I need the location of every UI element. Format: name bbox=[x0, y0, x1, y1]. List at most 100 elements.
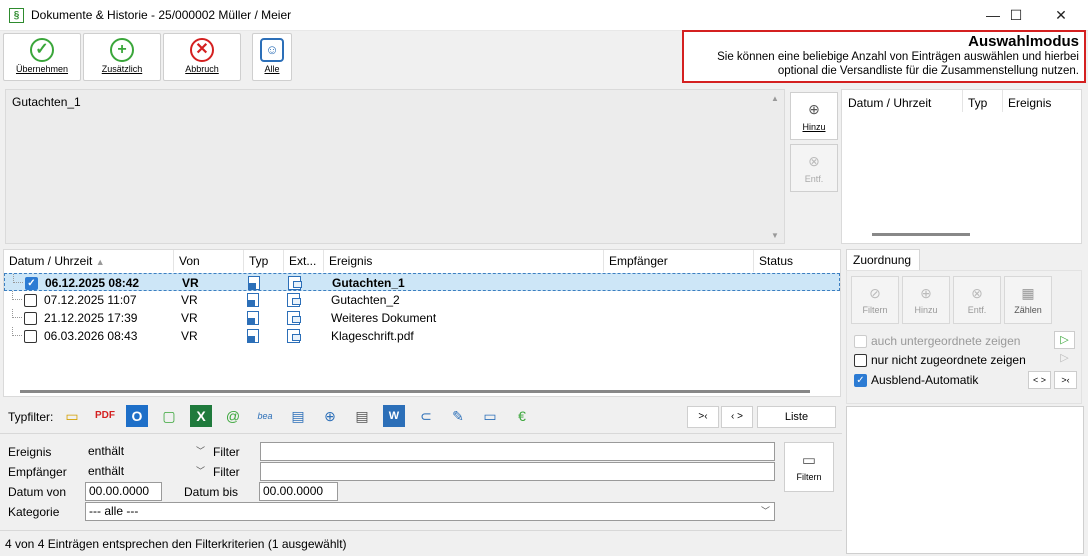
row-from: VR bbox=[181, 293, 198, 307]
expand-button[interactable]: ‹ > bbox=[721, 406, 753, 428]
zuordnung-count-button[interactable]: ▦ Zählen bbox=[1004, 276, 1052, 324]
zuordnung-collapse-button[interactable]: >‹ bbox=[1054, 371, 1077, 389]
category-label: Kategorie bbox=[8, 505, 60, 519]
col-header-date[interactable]: Datum / Uhrzeit bbox=[848, 96, 931, 110]
scroll-up-arrow-icon[interactable]: ▲ bbox=[771, 94, 779, 103]
row-date: 07.12.2025 11:07 bbox=[44, 293, 137, 307]
pen-type-icon[interactable]: ✎ bbox=[447, 405, 469, 427]
row-checkbox[interactable] bbox=[24, 312, 37, 325]
table-row[interactable]: 06.03.2026 08:43 VR Klageschrift.pdf bbox=[4, 327, 840, 345]
app-icon: § bbox=[9, 8, 24, 23]
event-mode-select[interactable]: enthält ﹀ bbox=[85, 443, 209, 462]
all-label: Alle bbox=[264, 64, 280, 74]
cancel-button[interactable]: ✕ Abbruch bbox=[163, 33, 241, 81]
zuordnung-add-button[interactable]: ⊕ Hinzu bbox=[902, 276, 950, 324]
additional-button[interactable]: + Zusätzlich bbox=[83, 33, 161, 81]
recipient-filter-input[interactable] bbox=[260, 462, 775, 481]
documents-table[interactable]: Datum / Uhrzeit ▲ Von Typ Ext... Ereigni… bbox=[3, 249, 841, 397]
zuordnung-remove-button[interactable]: ⊗ Entf. bbox=[953, 276, 1001, 324]
row-date: 21.12.2025 17:39 bbox=[44, 311, 138, 325]
play-gray-icon[interactable]: ▷ bbox=[1054, 350, 1075, 368]
row-from: VR bbox=[182, 276, 199, 290]
header-ext[interactable]: Ext... bbox=[284, 250, 324, 272]
filter-button-label: Filtern bbox=[796, 472, 822, 482]
col-header-type[interactable]: Typ bbox=[968, 96, 987, 110]
tab-zuordnung[interactable]: Zuordnung bbox=[846, 249, 920, 271]
note-type-icon[interactable]: ▭ bbox=[61, 405, 83, 427]
cancel-label: Abbruch bbox=[185, 64, 219, 74]
row-event: Klageschrift.pdf bbox=[331, 329, 414, 343]
word-document-icon bbox=[247, 329, 259, 343]
hint-title: Auswahlmodus bbox=[968, 33, 1079, 50]
folder-green-type-icon[interactable]: ▢ bbox=[158, 405, 180, 427]
folder-type-icon[interactable]: ▭ bbox=[479, 405, 501, 427]
web-type-icon[interactable]: ⊕ bbox=[319, 405, 341, 427]
auto-hide-label: Ausblend-Automatik bbox=[871, 373, 979, 387]
cancel-icon: ✕ bbox=[190, 38, 214, 62]
recipient-mode-select[interactable]: enthält ﹀ bbox=[85, 463, 209, 482]
selected-item[interactable]: Gutachten_1 bbox=[12, 95, 81, 109]
list-button[interactable]: Liste bbox=[757, 406, 836, 428]
add-label: Hinzu bbox=[802, 122, 826, 132]
hint-line-2: optional die Versandliste für die Zusamm… bbox=[777, 65, 1079, 77]
row-checkbox[interactable]: ✓ bbox=[25, 277, 38, 290]
table-row[interactable]: 21.12.2025 17:39 VR Weiteres Dokument bbox=[4, 309, 840, 327]
date-to-input[interactable]: 00.00.0000 bbox=[259, 482, 338, 501]
tree-connector bbox=[12, 291, 22, 300]
accept-button[interactable]: ✓ Übernehmen bbox=[3, 33, 81, 81]
header-status[interactable]: Status bbox=[754, 250, 840, 272]
filter-button[interactable]: ▭ Filtern bbox=[784, 442, 834, 492]
zuordnung-filter-button[interactable]: ⊘ Filtern bbox=[851, 276, 899, 324]
unassigned-only-checkbox[interactable] bbox=[854, 354, 867, 367]
row-checkbox[interactable] bbox=[24, 330, 37, 343]
category-select[interactable]: --- alle --- ﹀ bbox=[85, 502, 775, 521]
col-header-event[interactable]: Ereignis bbox=[1008, 96, 1051, 110]
header-event[interactable]: Ereignis bbox=[324, 250, 604, 272]
sub-items-label: auch untergeordnete zeigen bbox=[871, 334, 1021, 348]
tag-type-icon[interactable]: ⊂ bbox=[415, 405, 437, 427]
zuordnung-expand-button[interactable]: < > bbox=[1028, 371, 1051, 389]
maximize-button[interactable]: ☐ bbox=[993, 0, 1039, 31]
remove-from-selection-button[interactable]: ⊗ Entf. bbox=[790, 144, 838, 192]
header-recipient[interactable]: Empfänger bbox=[604, 250, 754, 272]
scroll-down-arrow-icon[interactable]: ▼ bbox=[771, 231, 779, 240]
selected-documents-list[interactable]: Gutachten_1 ▲ ▼ bbox=[5, 89, 785, 244]
header-date[interactable]: Datum / Uhrzeit ▲ bbox=[4, 250, 174, 272]
user-check-icon: ☺ bbox=[260, 38, 284, 62]
tag-filter-icon: ⊘ bbox=[869, 285, 881, 301]
pdf-type-icon[interactable]: PDF bbox=[94, 405, 116, 427]
auto-hide-checkbox[interactable]: ✓ bbox=[854, 374, 867, 387]
all-button[interactable]: ☺ Alle bbox=[252, 33, 292, 81]
checkmark-icon: ✓ bbox=[30, 38, 54, 62]
play-green-icon[interactable]: ▷ bbox=[1054, 331, 1075, 349]
outlook-type-icon[interactable]: O bbox=[126, 405, 148, 427]
word-type-icon[interactable]: W bbox=[383, 405, 405, 427]
tag-add-icon: ⊕ bbox=[920, 285, 932, 301]
word-document-icon bbox=[248, 276, 260, 290]
zuordnung-count-label: Zählen bbox=[1014, 305, 1042, 315]
sub-items-checkbox[interactable] bbox=[854, 335, 867, 348]
add-to-selection-button[interactable]: ⊕ Hinzu bbox=[790, 92, 838, 140]
row-checkbox[interactable] bbox=[24, 294, 37, 307]
zuordnung-tree[interactable] bbox=[846, 406, 1084, 554]
collapse-button[interactable]: >‹ bbox=[687, 406, 719, 428]
event-filter-input[interactable] bbox=[260, 442, 775, 461]
horizontal-scrollbar[interactable] bbox=[872, 233, 970, 236]
table-row[interactable]: ✓ 06.12.2025 08:42 VR Gutachten_1 bbox=[4, 273, 840, 291]
text-file-type-icon[interactable]: ▤ bbox=[351, 405, 373, 427]
assignment-list[interactable]: Datum / Uhrzeit Typ Ereignis bbox=[841, 89, 1082, 244]
email-type-icon[interactable]: @ bbox=[222, 405, 244, 427]
header-type[interactable]: Typ bbox=[244, 250, 284, 272]
close-button[interactable]: ✕ bbox=[1038, 0, 1084, 31]
selection-mode-hint: Auswahlmodus Sie können eine beliebige A… bbox=[682, 30, 1086, 83]
date-from-input[interactable]: 00.00.0000 bbox=[85, 482, 162, 501]
row-event: Weiteres Dokument bbox=[331, 311, 437, 325]
document-type-icon[interactable]: ▤ bbox=[287, 405, 309, 427]
row-event: Gutachten_1 bbox=[332, 276, 405, 290]
invoice-type-icon[interactable]: € bbox=[511, 405, 533, 427]
excel-type-icon[interactable]: X bbox=[190, 405, 212, 427]
header-from[interactable]: Von bbox=[174, 250, 244, 272]
bea-type-icon[interactable]: bea bbox=[254, 405, 276, 427]
table-horizontal-scrollbar[interactable] bbox=[20, 390, 810, 393]
table-row[interactable]: 07.12.2025 11:07 VR Gutachten_2 bbox=[4, 291, 840, 309]
